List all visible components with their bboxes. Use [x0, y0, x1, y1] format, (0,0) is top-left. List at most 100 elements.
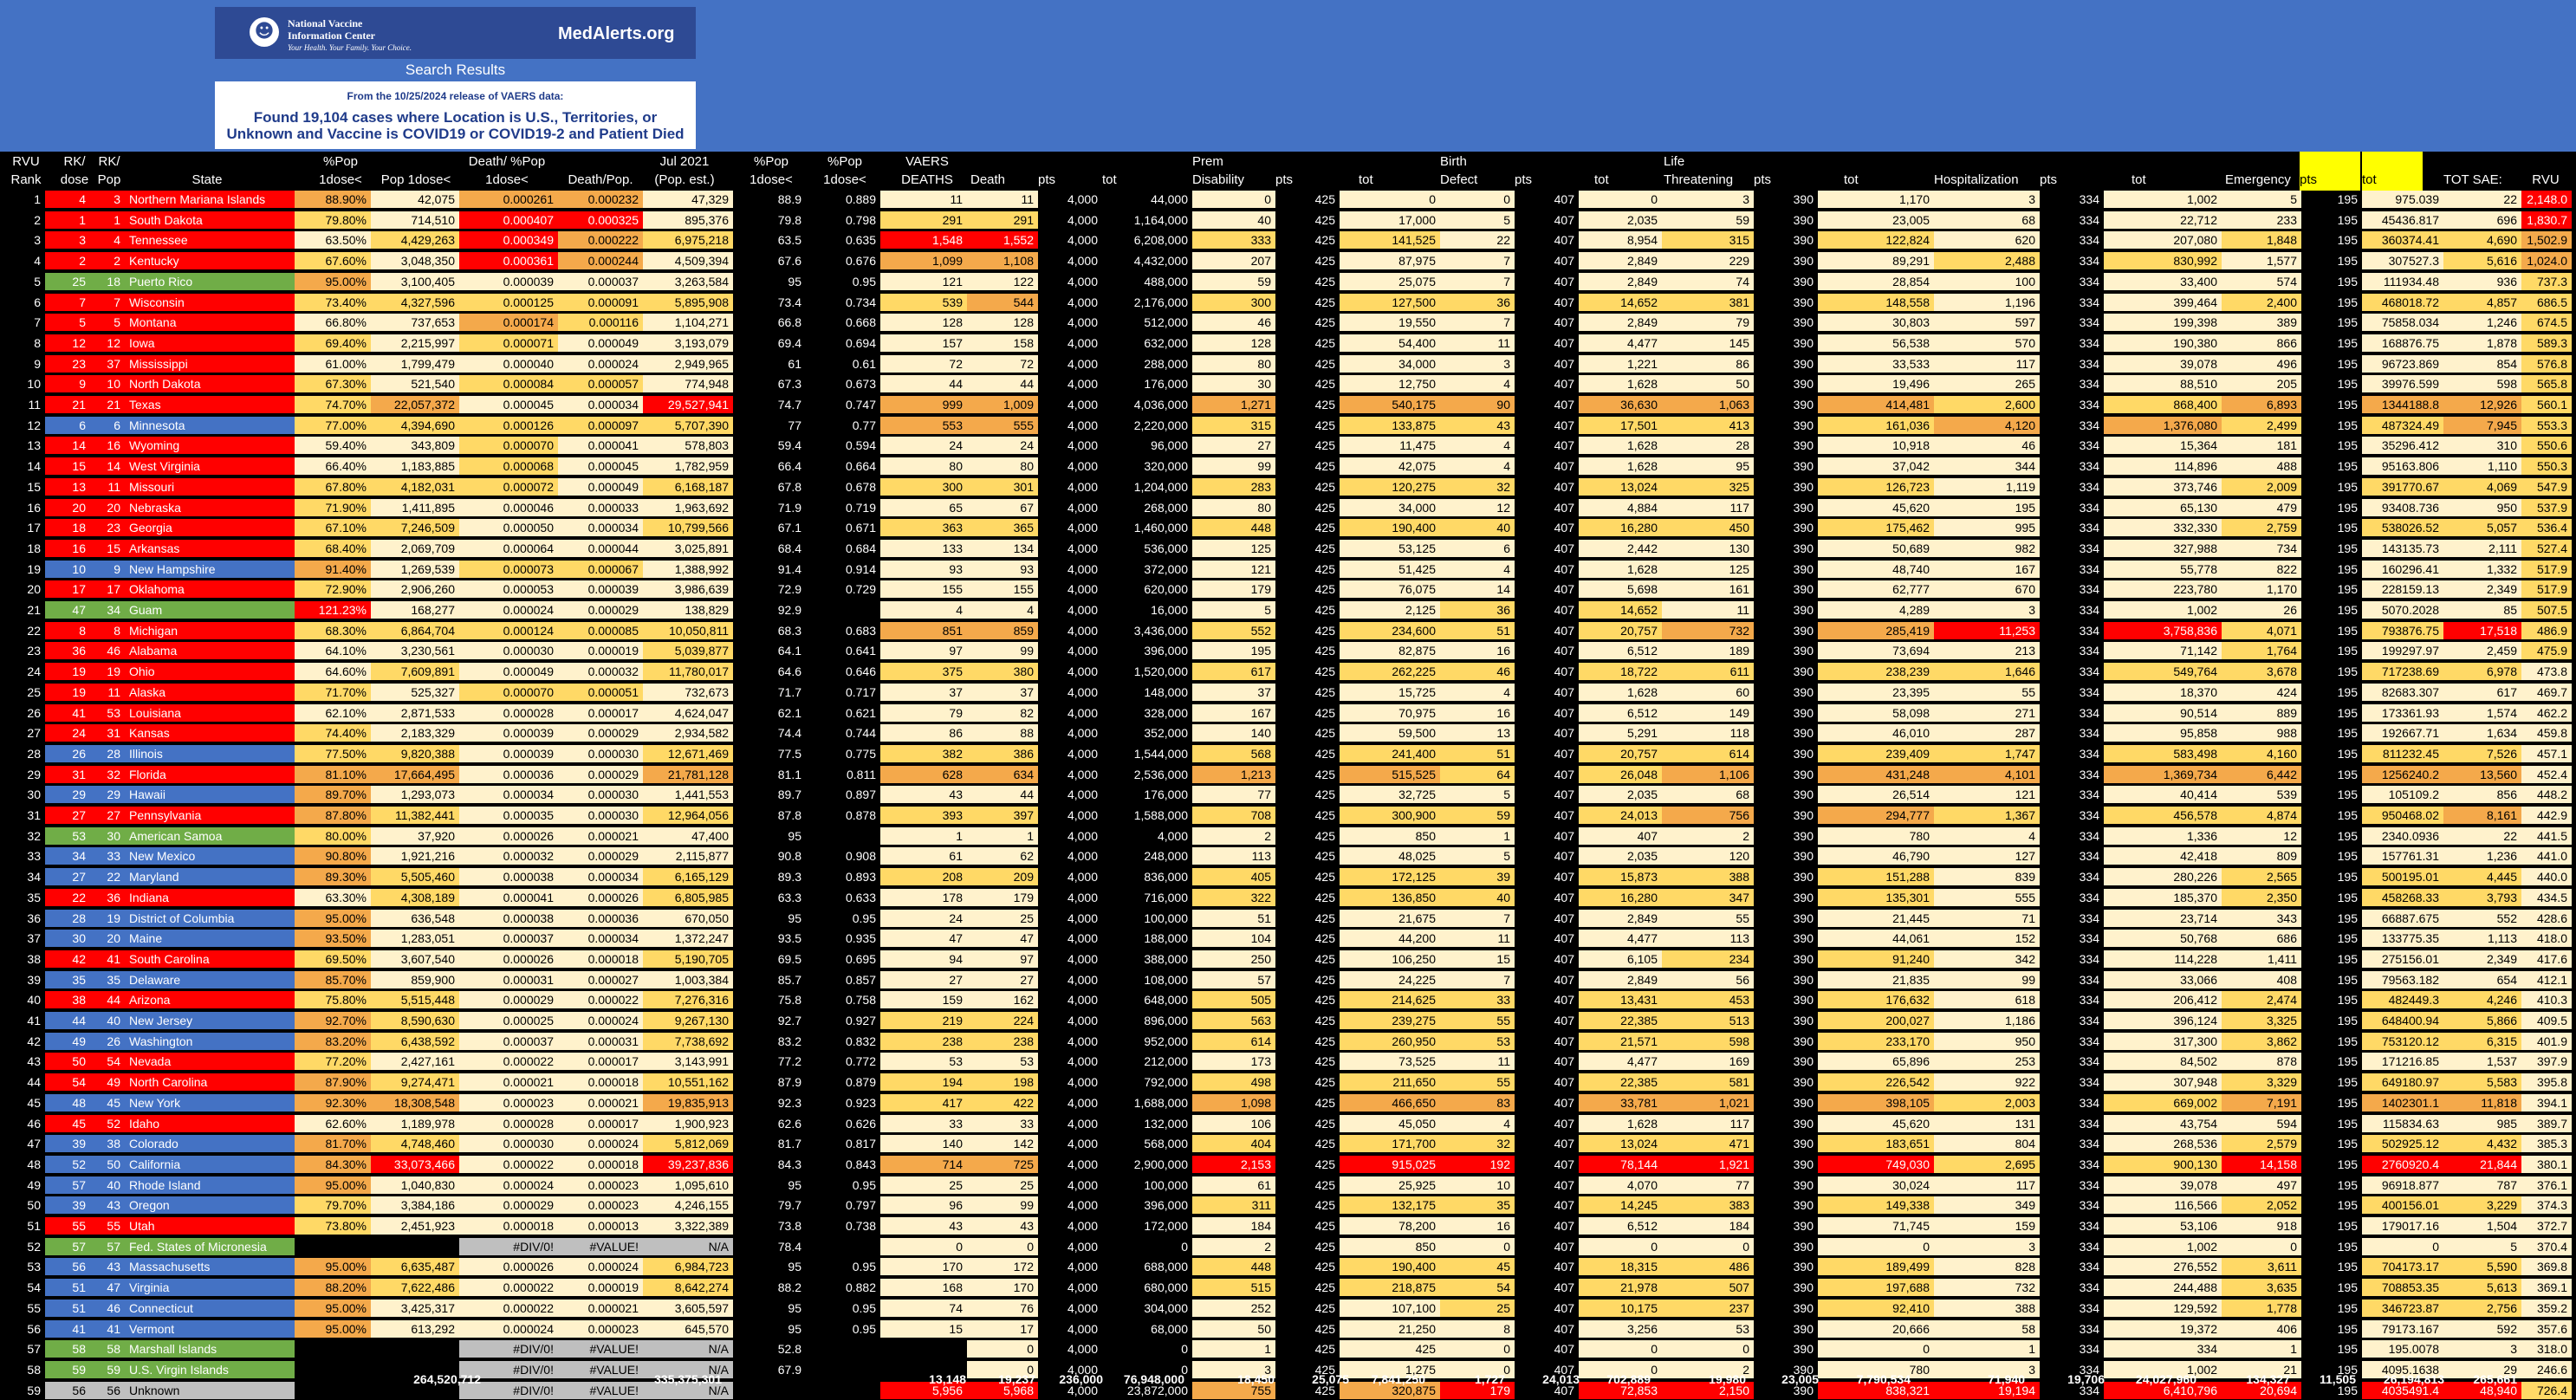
cell-death-pct-pop[interactable]: 0.000126 — [459, 416, 558, 434]
table-row[interactable]: 37 30 20 Maine 93.50% 1,283,051 0.000037 0.0000… — [0, 930, 2576, 948]
cell-rank-dose[interactable]: 41 — [45, 703, 90, 722]
cell-emergency[interactable]: 7,191 — [2222, 1093, 2301, 1112]
cell-pct-pop-a[interactable]: 88.2 — [733, 1279, 806, 1297]
cell-hospitalization-pts[interactable]: 334 — [2040, 888, 2104, 906]
cell-rank-pop[interactable]: 52 — [87, 1114, 125, 1132]
cell-rvu[interactable]: 397.9 — [2521, 1053, 2572, 1071]
cell-rvu-rank[interactable]: 12 — [5, 416, 45, 434]
cell-life-threatening[interactable]: 189 — [1662, 642, 1754, 660]
cell-life-threatening-pts[interactable]: 390 — [1754, 642, 1818, 660]
cell-hospitalization-pts[interactable]: 334 — [2040, 601, 2104, 619]
cell-hospitalization-tot[interactable]: 268,536 — [2104, 1135, 2222, 1153]
cell-pct-pop-b[interactable] — [806, 826, 880, 845]
cell-pct-pop-1dose[interactable]: 87.90% — [295, 1073, 371, 1092]
cell-emergency-tot[interactable]: 195.0078 — [2362, 1340, 2443, 1358]
cell-tot-sae[interactable]: 696 — [2443, 211, 2521, 229]
cell-hospitalization[interactable]: 1,367 — [1934, 807, 2040, 824]
cell-death-pop[interactable]: 0.000029 — [558, 601, 643, 619]
cell-state[interactable]: Fed. States of Micronesia — [125, 1237, 295, 1255]
cell-death-pts[interactable]: 4,000 — [1038, 868, 1102, 886]
cell-pct-pop-1dose[interactable]: 66.80% — [295, 314, 371, 332]
cell-rvu[interactable]: 553.3 — [2521, 416, 2572, 434]
cell-hospitalization[interactable]: 342 — [1934, 950, 2040, 968]
cell-birth-defect-tot[interactable]: 1,628 — [1579, 560, 1662, 578]
cell-birth-defect[interactable]: 5 — [1440, 786, 1515, 804]
cell-pct-pop-b[interactable]: 0.95 — [806, 1176, 880, 1194]
cell-hospitalization-pts[interactable]: 334 — [2040, 807, 2104, 824]
cell-death-tot[interactable]: 896,000 — [1102, 1012, 1192, 1029]
cell-death-pop[interactable]: 0.000017 — [558, 1053, 643, 1071]
cell-emergency[interactable]: 496 — [2222, 354, 2301, 373]
header-hospitalization-pts-2[interactable]: pts — [2040, 172, 2074, 189]
cell-pct-pop-b[interactable]: 0.729 — [806, 580, 880, 599]
cell-death-tot[interactable]: 632,000 — [1102, 334, 1192, 352]
cell-disability-tot[interactable]: 214,625 — [1340, 991, 1440, 1009]
cell-pct-pop-b[interactable]: 0.798 — [806, 211, 880, 229]
cell-vaers-deaths[interactable]: 300 — [880, 477, 967, 496]
cell-rank-pop[interactable]: 50 — [87, 1155, 125, 1173]
table-row[interactable]: 52 57 57 Fed. States of Micronesia #DIV/0! #V… — [0, 1237, 2576, 1256]
cell-emergency-pts[interactable]: 195 — [2301, 744, 2362, 762]
cell-death-pop[interactable]: 0.000022 — [558, 991, 643, 1009]
cell-hospitalization[interactable]: 58 — [1934, 1319, 2040, 1338]
cell-disability-pts[interactable]: 425 — [1275, 396, 1340, 413]
cell-rvu[interactable]: 374.3 — [2521, 1196, 2572, 1215]
cell-pct-pop-a[interactable]: 95 — [733, 272, 806, 290]
cell-disability[interactable]: 46 — [1192, 314, 1275, 332]
cell-vaers-deaths[interactable]: 291 — [880, 211, 967, 229]
cell-hospitalization[interactable]: 1,747 — [1934, 744, 2040, 762]
cell-birth-defect-tot[interactable]: 18,315 — [1579, 1258, 1662, 1276]
header-hospitalization-2[interactable]: Hospitalization — [1934, 172, 2038, 189]
cell-pct-pop-1dose[interactable]: 85.70% — [295, 970, 371, 988]
cell-rvu-rank[interactable]: 8 — [5, 334, 45, 352]
cell-pop-1dose[interactable]: 37,920 — [371, 826, 459, 845]
cell-birth-defect-pts[interactable]: 407 — [1515, 744, 1579, 762]
cell-rvu[interactable]: 394.1 — [2521, 1093, 2572, 1112]
cell-emergency-pts[interactable]: 195 — [2301, 416, 2362, 434]
cell-pop-est[interactable]: 578,803 — [643, 437, 733, 455]
cell-disability[interactable]: 250 — [1192, 950, 1275, 968]
cell-life-threatening-tot[interactable]: 26,514 — [1818, 786, 1934, 804]
cell-life-threatening-pts[interactable]: 390 — [1754, 786, 1818, 804]
cell-birth-defect[interactable]: 16 — [1440, 1217, 1515, 1235]
cell-disability-tot[interactable]: 24,225 — [1340, 970, 1440, 988]
cell-disability-tot[interactable]: 51,425 — [1340, 560, 1440, 578]
cell-vaers-deaths[interactable]: 628 — [880, 765, 967, 783]
cell-rvu[interactable]: 418.0 — [2521, 930, 2572, 948]
cell-emergency-tot[interactable]: 704173.17 — [2362, 1258, 2443, 1276]
cell-hospitalization[interactable]: 253 — [1934, 1053, 2040, 1071]
cell-hospitalization[interactable]: 995 — [1934, 519, 2040, 537]
cell-emergency-tot[interactable]: 96918.877 — [2362, 1176, 2443, 1194]
cell-pct-pop-b[interactable]: 0.664 — [806, 457, 880, 476]
cell-pop-1dose[interactable]: 3,230,561 — [371, 642, 459, 660]
cell-pct-pop-b[interactable]: 0.695 — [806, 950, 880, 968]
cell-pop-est[interactable]: 1,372,247 — [643, 930, 733, 948]
cell-pop-1dose[interactable] — [371, 1237, 459, 1255]
cell-life-threatening[interactable]: 347 — [1662, 888, 1754, 906]
cell-birth-defect-pts[interactable]: 407 — [1515, 1340, 1579, 1358]
cell-pct-pop-1dose[interactable]: 95.00% — [295, 1176, 371, 1194]
cell-disability[interactable]: 140 — [1192, 724, 1275, 742]
table-row[interactable]: 6 7 7 Wisconsin 73.40% 4,327,596 0.000125 0.000… — [0, 293, 2576, 312]
cell-disability[interactable]: 104 — [1192, 930, 1275, 948]
cell-life-threatening-tot[interactable]: 71,745 — [1818, 1217, 1934, 1235]
cell-death-pts[interactable]: 4,000 — [1038, 580, 1102, 599]
cell-death-tot[interactable]: 6,208,000 — [1102, 231, 1192, 250]
cell-birth-defect[interactable]: 11 — [1440, 1053, 1515, 1071]
cell-rvu[interactable]: 469.7 — [2521, 683, 2572, 701]
cell-life-threatening-pts[interactable]: 390 — [1754, 1093, 1818, 1112]
cell-death-pop[interactable]: 0.000116 — [558, 314, 643, 332]
cell-emergency-tot[interactable]: 111934.48 — [2362, 272, 2443, 290]
cell-emergency-tot[interactable]: 45436.817 — [2362, 211, 2443, 229]
cell-pct-pop-1dose[interactable]: 67.60% — [295, 252, 371, 270]
cell-tot-sae[interactable]: 2,459 — [2443, 642, 2521, 660]
cell-death-pct-pop[interactable]: 0.000070 — [459, 683, 558, 701]
cell-emergency-tot[interactable]: 39976.599 — [2362, 375, 2443, 393]
cell-rank-pop[interactable]: 16 — [87, 437, 125, 455]
cell-state[interactable]: Utah — [125, 1217, 295, 1235]
cell-birth-defect[interactable]: 40 — [1440, 888, 1515, 906]
cell-disability-tot[interactable]: 78,200 — [1340, 1217, 1440, 1235]
cell-death-tot[interactable]: 248,000 — [1102, 847, 1192, 865]
header-death-tot-2[interactable]: tot — [1102, 172, 1137, 189]
cell-vaers-deaths[interactable]: 363 — [880, 519, 967, 537]
